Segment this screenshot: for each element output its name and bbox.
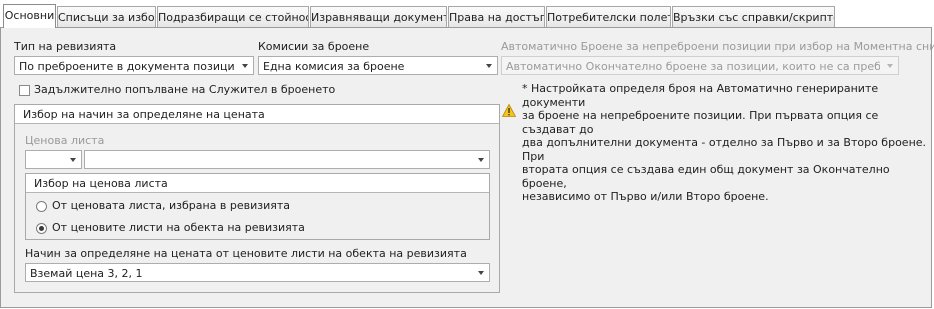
revision-type-value: По преброените в документа позиции xyxy=(19,60,235,73)
tab-user-fields[interactable]: Потребителски полета xyxy=(546,6,671,27)
price-list-name-dropdown[interactable] xyxy=(84,150,490,169)
revision-type-label: Тип на ревизията xyxy=(14,40,117,53)
auto-count-value: Автоматично Окончателно броене за позици… xyxy=(506,60,880,73)
chevron-down-icon xyxy=(486,64,492,68)
tab-balancing-documents[interactable]: Изравняващи документи xyxy=(310,6,447,27)
radio-from-object-price-lists[interactable] xyxy=(36,223,47,234)
mandatory-employee-checkbox[interactable] xyxy=(19,85,30,96)
tab-main[interactable]: Основни xyxy=(3,4,56,28)
note-line: втората опция се създава един общ докуме… xyxy=(522,163,890,190)
price-method-dropdown[interactable]: Вземай цена 3, 2, 1 xyxy=(25,263,490,282)
chevron-down-icon xyxy=(242,64,248,68)
radio-from-revision-price-list-label: От ценовата листа, избрана в ревизията xyxy=(52,199,291,212)
radio-selected-dot xyxy=(39,226,44,231)
chevron-down-icon xyxy=(478,158,484,162)
chevron-down-icon xyxy=(478,271,484,275)
mandatory-employee-label: Задължително попълване на Служител в бро… xyxy=(34,83,336,96)
warning-icon xyxy=(501,103,517,117)
price-list-choice-title: Избор на ценова листа xyxy=(34,177,168,190)
price-list-label: Ценова листа xyxy=(25,134,105,147)
auto-count-dropdown[interactable]: Автоматично Окончателно броене за позици… xyxy=(501,56,899,75)
main-tab-panel: Тип на ревизията По преброените в докуме… xyxy=(0,27,934,308)
price-method-group-title: Избор на начин за определяне на цената xyxy=(23,108,265,121)
tab-access-rights[interactable]: Права на достъп xyxy=(448,6,545,27)
tab-selection-lists[interactable]: Списъци за избор xyxy=(57,6,156,27)
radio-from-object-price-lists-label: От ценовите листи на обекта на ревизията xyxy=(52,221,305,234)
chevron-down-icon xyxy=(70,158,76,162)
price-method-group-header: Избор на начин за определяне на цената xyxy=(15,105,499,124)
tab-default-values[interactable]: Подразбиращи се стойности xyxy=(157,6,309,27)
price-method-group: Избор на начин за определяне на цената Ц… xyxy=(14,104,500,293)
note-line: независимо от Първо и/или Второ броене. xyxy=(522,190,769,203)
chevron-down-icon xyxy=(887,64,893,68)
radio-from-revision-price-list[interactable] xyxy=(36,201,47,212)
note-line: два допълнителни документа - отделно за … xyxy=(522,136,927,163)
tab-bar: Основни Списъци за избор Подразбиращи се… xyxy=(0,0,934,28)
price-list-code-dropdown[interactable] xyxy=(25,150,82,169)
auto-count-note: * Настройката определя броя на Автоматич… xyxy=(522,82,931,204)
tab-report-links[interactable]: Връзки със справки/скриптове xyxy=(672,6,835,27)
revision-type-dropdown[interactable]: По преброените в документа позиции xyxy=(14,56,254,75)
price-list-choice-header: Избор на ценова листа xyxy=(26,174,489,193)
note-line: за броене на непреброените позиции. При … xyxy=(522,109,879,136)
price-method-value: Вземай цена 3, 2, 1 xyxy=(30,267,143,280)
note-line: * Настройката определя броя на Автоматич… xyxy=(522,82,879,109)
price-list-choice-group: Избор на ценова листа От ценовата листа,… xyxy=(25,173,490,240)
count-commissions-label: Комисии за броене xyxy=(258,40,370,53)
auto-count-label: Автоматично Броене за непреброени позици… xyxy=(501,40,934,53)
count-commissions-value: Една комисия за броене xyxy=(263,60,405,73)
price-method-label: Начин за определяне на цената от ценовит… xyxy=(25,247,467,260)
count-commissions-dropdown[interactable]: Една комисия за броене xyxy=(258,56,498,75)
